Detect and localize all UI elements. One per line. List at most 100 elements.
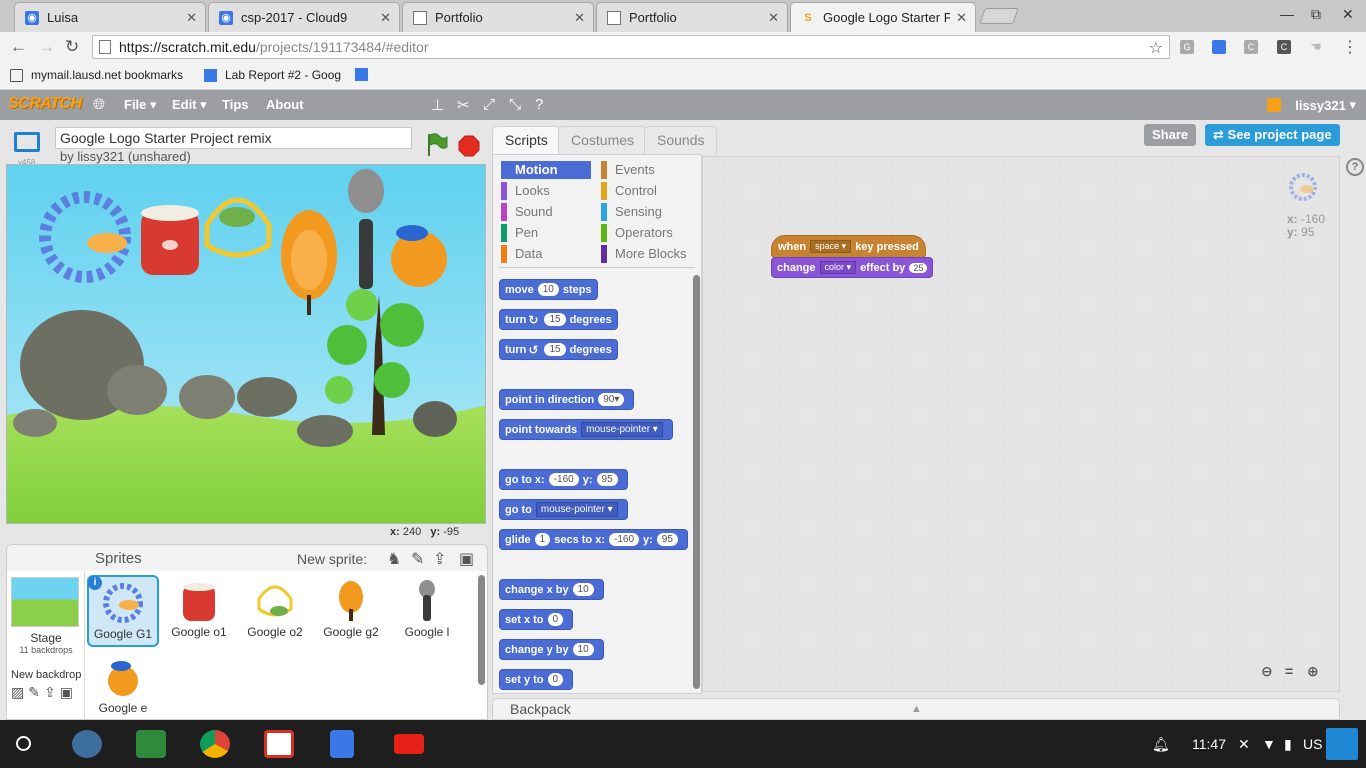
block-when-key-pressed[interactable]: when space ▾ key pressed <box>771 235 926 258</box>
user-menu[interactable]: lissy321 ▾ <box>1267 97 1356 113</box>
file-menu[interactable]: File ▾ <box>124 97 157 113</box>
sprite-library-icon[interactable]: ♞ <box>387 549 401 569</box>
minimize-icon[interactable]: — <box>1280 6 1294 22</box>
about-menu[interactable]: About <box>266 97 304 112</box>
see-project-page-button[interactable]: ⇄ See project page <box>1205 124 1340 146</box>
launcher-icon[interactable] <box>16 736 31 751</box>
zoom-out-icon[interactable]: ⊖ <box>1261 663 1273 680</box>
block-go-to[interactable]: go to mouse-pointer ▾ <box>499 499 628 520</box>
locale-label[interactable]: US <box>1303 736 1322 752</box>
block-input[interactable]: 1 <box>534 533 551 546</box>
new-tab-button[interactable] <box>979 8 1019 24</box>
close-icon[interactable]: ✕ <box>574 10 585 26</box>
block-turn-left[interactable]: turn ↺ 15 degrees <box>499 339 618 360</box>
block-input[interactable]: 95 <box>656 533 678 546</box>
battery-icon[interactable]: ▮ <box>1284 736 1292 753</box>
block-dropdown[interactable]: space ▾ <box>810 240 852 253</box>
close-window-icon[interactable]: ✕ <box>1342 6 1354 23</box>
category-operators[interactable]: Operators <box>601 224 691 242</box>
tips-menu[interactable]: Tips <box>222 97 249 112</box>
extension-g-icon[interactable]: G <box>1180 40 1194 54</box>
block-input[interactable]: 10 <box>537 283 559 296</box>
block-input[interactable]: 0 <box>547 613 564 626</box>
sprite-thumb-google-o2[interactable]: Google o2 <box>239 575 311 647</box>
block-input[interactable]: -160 <box>548 473 579 486</box>
block-change-effect[interactable]: change color ▾ effect by 25 <box>771 257 934 278</box>
youtube-app-icon[interactable] <box>394 734 424 754</box>
extension-window-icon[interactable] <box>1212 40 1226 54</box>
paint-brush-icon[interactable]: ✎ <box>411 549 424 569</box>
tab-costumes[interactable]: Costumes <box>558 126 648 154</box>
docs-app-icon[interactable] <box>330 730 354 758</box>
scratch-logo[interactable]: SCRATCH <box>8 95 82 113</box>
block-go-to-xy[interactable]: go to x: -160 y: 95 <box>499 469 628 490</box>
category-motion[interactable]: Motion <box>501 161 591 179</box>
extension-hand-icon[interactable]: ☚ <box>1309 39 1323 54</box>
green-flag-icon[interactable] <box>426 132 448 158</box>
browser-tab-portfolio-2[interactable]: Portfolio ✕ <box>596 2 788 32</box>
shield-app-icon[interactable] <box>72 730 102 758</box>
block-change-y[interactable]: change y by 10 <box>499 639 604 660</box>
block-input[interactable]: 90▾ <box>598 393 625 406</box>
category-data[interactable]: Data <box>501 245 591 263</box>
tab-scripts[interactable]: Scripts <box>492 126 561 154</box>
extension-c-icon[interactable]: C <box>1244 40 1258 54</box>
backdrop-library-icon[interactable]: ▨ <box>11 684 28 700</box>
block-dropdown[interactable]: mouse-pointer ▾ <box>535 502 618 517</box>
mute-icon[interactable]: ✕ <box>1238 736 1250 753</box>
close-icon[interactable]: ✕ <box>768 10 779 26</box>
palette-scrollbar[interactable] <box>693 275 700 689</box>
globe-icon[interactable]: 🌐︎ <box>93 96 105 113</box>
block-input[interactable]: 95 <box>596 473 618 486</box>
block-input[interactable]: 25 <box>909 262 928 273</box>
stop-icon[interactable] <box>458 135 480 157</box>
category-control[interactable]: Control <box>601 182 691 200</box>
category-looks[interactable]: Looks <box>501 182 591 200</box>
zoom-in-icon[interactable]: ⊕ <box>1307 663 1319 680</box>
bookmark-lab-report[interactable]: Lab Report #2 - Goog <box>204 68 341 82</box>
paint-brush-icon[interactable]: ✎ <box>28 684 44 700</box>
category-sound[interactable]: Sound <box>501 203 591 221</box>
block-input[interactable]: -160 <box>608 533 639 546</box>
restore-icon[interactable]: ⧉ <box>1311 6 1321 23</box>
clock[interactable]: 11:47 <box>1192 736 1226 752</box>
block-input[interactable]: 15 <box>544 343 566 356</box>
bookmark-folder[interactable]: mymail.lausd.net bookmarks <box>10 68 183 82</box>
camera-icon[interactable]: ▣ <box>459 549 474 569</box>
block-point-in-direction[interactable]: point in direction 90▾ <box>499 389 635 410</box>
info-icon[interactable]: i <box>88 576 102 590</box>
browser-tab-scratch[interactable]: S Google Logo Starter Proj ✕ <box>790 2 976 32</box>
backpack-bar[interactable]: Backpack ▲ <box>492 698 1340 720</box>
block-change-x[interactable]: change x by 10 <box>499 579 604 600</box>
wifi-icon[interactable]: ▼ <box>1262 736 1276 752</box>
block-turn-right[interactable]: turn ↻ 15 degrees <box>499 309 618 330</box>
category-sensing[interactable]: Sensing <box>601 203 691 221</box>
zoom-reset-icon[interactable]: = <box>1285 663 1293 679</box>
browser-tab-portfolio-1[interactable]: Portfolio ✕ <box>402 2 594 32</box>
notification-bell-icon[interactable]: 🔔︎ <box>1152 736 1170 753</box>
category-events[interactable]: Events <box>601 161 691 179</box>
user-avatar[interactable] <box>1326 728 1358 760</box>
block-input[interactable]: 15 <box>544 313 566 326</box>
star-icon[interactable]: ☆ <box>1149 38 1163 58</box>
reload-icon[interactable]: ↻ <box>65 37 79 57</box>
stage-canvas[interactable] <box>6 164 486 524</box>
fullscreen-icon[interactable] <box>14 132 40 152</box>
block-dropdown[interactable]: color ▾ <box>819 261 857 274</box>
block-input[interactable]: 10 <box>572 583 594 596</box>
stage-selector[interactable]: Stage 11 backdrops New backdrop ▨✎⇪▣ <box>7 571 85 721</box>
address-bar[interactable]: https://scratch.mit.edu/projects/1911734… <box>92 35 1170 59</box>
shrink-icon[interactable]: ⤡ <box>509 96 521 113</box>
chrome-app-icon[interactable] <box>200 730 230 758</box>
tab-sounds[interactable]: Sounds <box>644 126 718 154</box>
upload-icon[interactable]: ⇪ <box>44 684 60 700</box>
duplicate-stamp-icon[interactable]: ⊥ <box>431 96 444 114</box>
upload-icon[interactable]: ⇪ <box>433 549 446 569</box>
expand-arrow-icon[interactable]: ▲ <box>911 703 922 715</box>
block-glide[interactable]: glide 1 secs to x: -160 y: 95 <box>499 529 688 550</box>
share-button[interactable]: Share <box>1144 124 1197 146</box>
block-input[interactable]: 10 <box>572 643 594 656</box>
classroom-app-icon[interactable] <box>136 730 166 758</box>
menu-dots-icon[interactable]: ⋮ <box>1342 37 1358 57</box>
delete-scissors-icon[interactable]: ✂ <box>457 96 470 114</box>
